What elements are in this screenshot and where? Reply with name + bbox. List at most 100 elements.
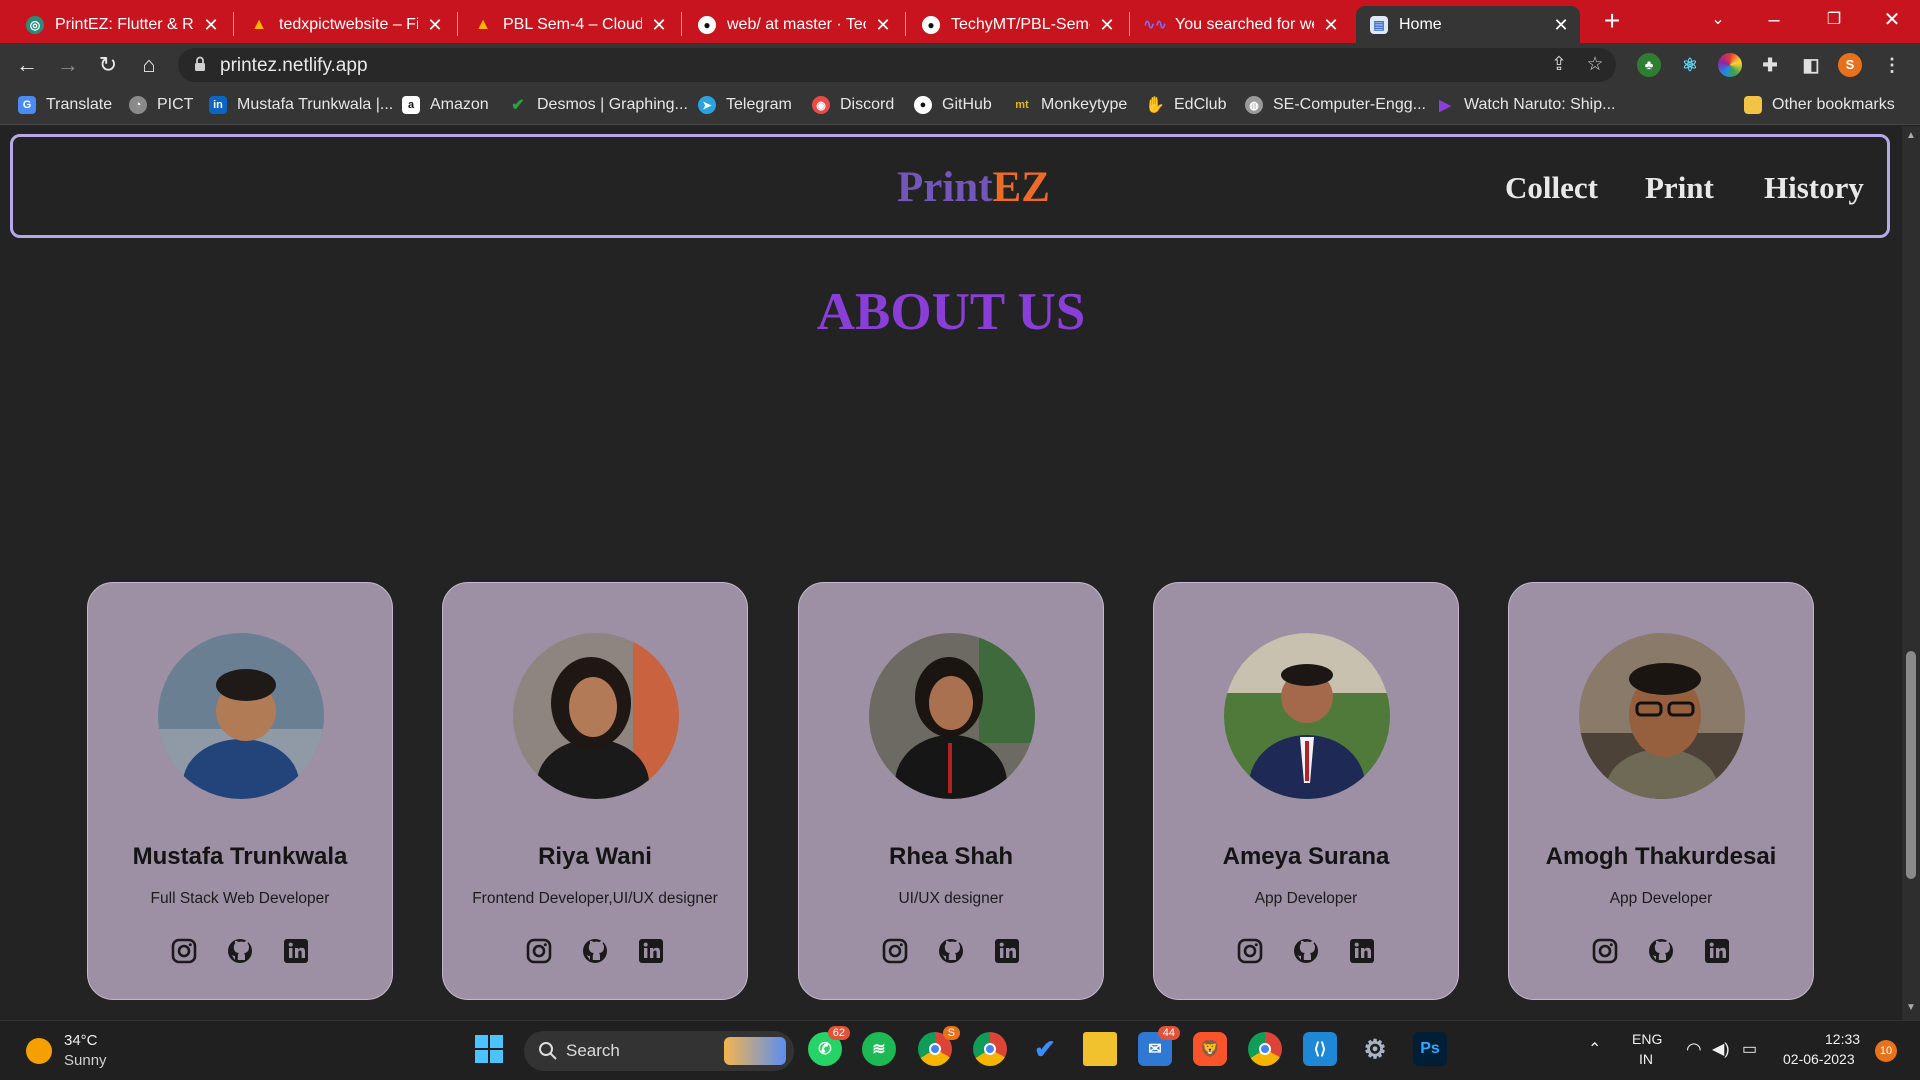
bookmark-telegram[interactable]: ➤ Telegram <box>698 96 792 114</box>
bookmark-amazon[interactable]: a Amazon <box>402 96 489 114</box>
member-role: App Developer <box>1609 890 1713 907</box>
close-icon[interactable]: ✕ <box>1098 16 1116 34</box>
wifi-icon[interactable]: ◠ <box>1686 1039 1702 1060</box>
chrome-icon[interactable] <box>973 1032 1007 1066</box>
profile-avatar[interactable]: S <box>1838 53 1862 77</box>
instagram-icon[interactable] <box>881 937 909 965</box>
bookmark-github[interactable]: ● GitHub <box>914 96 992 114</box>
bookmark-monkeytype[interactable]: mt Monkeytype <box>1013 96 1127 114</box>
github-icon[interactable] <box>1292 937 1320 965</box>
settings-gear-icon[interactable]: ⚙ <box>1358 1032 1392 1066</box>
tab-pbl-firebase[interactable]: ▲ PBL Sem-4 – Cloud Fi ✕ <box>460 6 678 43</box>
notification-badge[interactable]: 10 <box>1875 1040 1897 1062</box>
tab-github-pbl[interactable]: ● TechyMT/PBL-Sem-4 ✕ <box>908 6 1126 43</box>
other-bookmarks[interactable]: Other bookmarks <box>1744 96 1912 114</box>
volume-icon[interactable]: ◀) <box>1712 1039 1730 1059</box>
whatsapp-icon[interactable]: ✆ 62 <box>808 1026 850 1066</box>
linkedin-icon[interactable] <box>1703 937 1731 965</box>
instagram-icon[interactable] <box>1236 937 1264 965</box>
back-arrow-icon[interactable]: ← <box>12 50 42 80</box>
close-icon[interactable]: ✕ <box>1552 16 1570 34</box>
language-code[interactable]: ENG <box>1632 1031 1662 1047</box>
github-icon[interactable] <box>1647 937 1675 965</box>
sun-weather-icon[interactable] <box>26 1038 52 1064</box>
mail-icon[interactable]: ✉ 44 <box>1138 1026 1180 1066</box>
tab-search-chevron-icon[interactable]: ⌄ <box>1690 0 1746 40</box>
react-devtools-icon[interactable]: ⚛ <box>1678 53 1702 77</box>
close-icon[interactable]: ✕ <box>650 16 668 34</box>
restore-button[interactable]: ❐ <box>1806 0 1862 40</box>
linkedin-icon[interactable] <box>993 937 1021 965</box>
bookmark-star-icon[interactable]: ☆ <box>1584 54 1606 76</box>
linkedin-icon[interactable] <box>282 937 310 965</box>
bookmark-linkedin-profile[interactable]: in Mustafa Trunkwala |... <box>209 96 393 114</box>
chrome-secondary-icon[interactable] <box>1248 1032 1282 1066</box>
instagram-icon[interactable] <box>525 937 553 965</box>
tab-search[interactable]: ∿∿ You searched for web ✕ <box>1132 6 1350 43</box>
firebase-icon: ▲ <box>474 15 492 34</box>
tab-github-web[interactable]: ● web/ at master · Tech ✕ <box>684 6 902 43</box>
scroll-up-arrow-icon[interactable]: ▲ <box>1906 130 1916 141</box>
chevron-up-icon[interactable]: ⌃ <box>1588 1039 1601 1059</box>
instagram-icon[interactable] <box>1591 937 1619 965</box>
firebase-icon: ▲ <box>250 15 268 34</box>
vscode-icon[interactable]: ⟨⟩ <box>1303 1032 1337 1066</box>
tab-printez[interactable]: ◎ PrintEZ: Flutter & Rea ✕ <box>12 6 230 43</box>
chrome-profile-icon[interactable]: S <box>918 1026 960 1066</box>
bookmark-se-computer[interactable]: ◍ SE-Computer-Engg... <box>1245 96 1426 114</box>
bookmark-desmos[interactable]: ✔ Desmos | Graphing... <box>509 96 688 114</box>
nav-history[interactable]: History <box>1764 170 1864 206</box>
menu-kebab-icon[interactable]: ⋮ <box>1880 53 1904 77</box>
scrollbar-thumb[interactable] <box>1906 651 1916 879</box>
linkedin-icon[interactable] <box>1348 937 1376 965</box>
clock-date[interactable]: 02-06-2023 <box>1783 1051 1855 1067</box>
bookmark-discord[interactable]: ◉ Discord <box>812 96 894 114</box>
todo-check-icon[interactable]: ✔ <box>1028 1032 1062 1066</box>
site-logo[interactable]: PrintEZ <box>897 163 1050 212</box>
close-icon[interactable]: ✕ <box>426 16 444 34</box>
bookmark-pict[interactable]: ◔ PICT <box>129 96 193 114</box>
bookmark-edclub[interactable]: ✋ EdClub <box>1145 96 1226 114</box>
tab-tedxpictwebsite[interactable]: ▲ tedxpictwebsite – Fire ✕ <box>236 6 454 43</box>
address-bar[interactable]: printez.netlify.app ⇪ ☆ <box>178 48 1616 82</box>
instagram-icon[interactable] <box>170 937 198 965</box>
spotify-icon[interactable]: ≋ <box>862 1032 896 1066</box>
battery-icon[interactable]: ▭ <box>1742 1039 1757 1059</box>
github-icon[interactable] <box>581 937 609 965</box>
taskbar-search-box[interactable]: Search <box>524 1031 794 1071</box>
reload-icon[interactable]: ↻ <box>93 50 123 80</box>
new-tab-button[interactable]: + <box>1597 6 1627 36</box>
extensions-puzzle-icon[interactable]: ✚ <box>1758 53 1782 77</box>
forward-arrow-icon[interactable]: → <box>53 50 83 80</box>
home-icon[interactable]: ⌂ <box>134 50 164 80</box>
windows-start-icon[interactable] <box>472 1032 506 1066</box>
clock-time[interactable]: 12:33 <box>1825 1031 1860 1047</box>
close-icon[interactable]: ✕ <box>202 16 220 34</box>
linkedin-icon[interactable] <box>637 937 665 965</box>
page-scrollbar[interactable]: ▲ ▼ <box>1902 126 1920 1020</box>
region-code[interactable]: IN <box>1639 1051 1653 1067</box>
scroll-down-arrow-icon[interactable]: ▼ <box>1906 1002 1916 1013</box>
tab-home[interactable]: ▤ Home ✕ <box>1356 6 1580 43</box>
close-icon[interactable]: ✕ <box>874 16 892 34</box>
github-icon[interactable] <box>937 937 965 965</box>
bookmark-translate[interactable]: G Translate <box>18 96 112 114</box>
nav-collect[interactable]: Collect <box>1505 170 1598 206</box>
close-icon[interactable]: ✕ <box>1322 16 1340 34</box>
tree-extension-icon[interactable]: ♣ <box>1637 53 1661 77</box>
close-window-button[interactable]: ✕ <box>1864 0 1920 40</box>
page-viewport: PrintEZ Collect Print History ABOUT US M… <box>0 126 1902 1020</box>
share-icon[interactable]: ⇪ <box>1548 54 1570 76</box>
weather-temperature[interactable]: 34°C <box>64 1032 98 1049</box>
photoshop-icon[interactable]: Ps <box>1413 1032 1447 1066</box>
weather-description[interactable]: Sunny <box>64 1052 107 1069</box>
github-icon[interactable] <box>226 937 254 965</box>
file-explorer-icon[interactable] <box>1083 1032 1117 1066</box>
nav-print[interactable]: Print <box>1645 170 1714 206</box>
color-picker-extension-icon[interactable] <box>1718 53 1742 77</box>
side-panel-icon[interactable]: ◧ <box>1799 53 1823 77</box>
brave-icon[interactable]: 🦁 <box>1193 1032 1227 1066</box>
social-links <box>1154 937 1458 965</box>
minimize-button[interactable]: – <box>1746 0 1802 40</box>
bookmark-naruto[interactable]: ▶ Watch Naruto: Ship... <box>1436 96 1615 114</box>
